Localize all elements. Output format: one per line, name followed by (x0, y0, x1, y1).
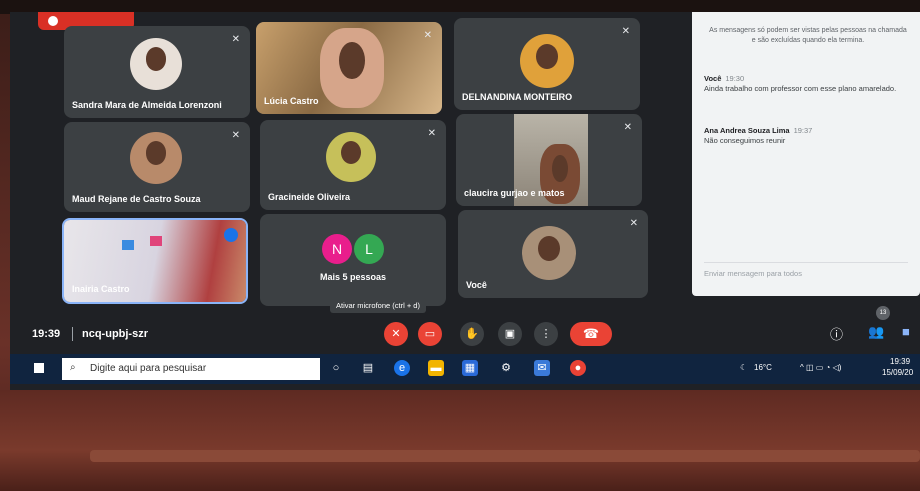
participant-name: claucira gurjao e matos (464, 188, 565, 198)
system-tray-icons[interactable]: ^ ◫ ▭ ◔ ◁) (800, 363, 841, 372)
participant-tile[interactable]: ✕ Sandra Mara de Almeida Lorenzoni (64, 26, 250, 118)
mic-toggle-button[interactable]: ✕ (384, 322, 408, 346)
monitor-stand (90, 450, 920, 462)
avatar-initial: L (354, 234, 384, 264)
participant-name: DELNANDINA MONTEIRO (462, 92, 573, 102)
settings-gear-icon[interactable]: ⚙ (498, 360, 514, 376)
participant-tile[interactable]: ✕ Gracineide Oliveira (260, 120, 446, 210)
taskbar-search[interactable]: ⌕ Digite aqui para pesquisar (62, 358, 320, 380)
tray-clock-time: 19:39 (890, 357, 911, 366)
meeting-code: ncq-upbj-szr (82, 328, 148, 340)
meeting-time: 19:39 (32, 328, 61, 340)
search-placeholder: Digite aqui para pesquisar (90, 363, 207, 374)
camera-toggle-button[interactable]: ▭ (418, 322, 442, 346)
mic-off-icon: ✕ (231, 34, 240, 45)
participant-tile-active[interactable]: Inairia Castro (62, 218, 248, 304)
mail-icon[interactable]: ✉ (534, 360, 550, 376)
task-view-icon[interactable]: ▤ (360, 360, 376, 376)
chat-time: 19:37 (793, 126, 813, 135)
speaking-indicator-icon (224, 228, 238, 242)
avatar (130, 132, 182, 184)
avatar (326, 132, 376, 182)
mic-off-icon: ✕ (629, 218, 638, 229)
hand-icon: ✋ (465, 328, 479, 340)
participant-tile[interactable]: ✕ Lúcia Castro (256, 22, 442, 114)
wall-paper-note (122, 240, 134, 250)
meeting-screen: ✕ Sandra Mara de Almeida Lorenzoni ✕ Lúc… (10, 12, 920, 390)
raise-hand-button[interactable]: ✋ (460, 322, 484, 346)
chat-icon[interactable]: ■ (902, 324, 910, 339)
more-options-button[interactable]: ⋮ (534, 322, 558, 346)
divider (72, 327, 73, 341)
more-vert-icon: ⋮ (540, 328, 552, 340)
mic-tooltip: Ativar microfone (ctrl + d) (330, 298, 426, 313)
phone-hangup-icon: ☎ (582, 326, 600, 341)
photo-background: ✕ Sandra Mara de Almeida Lorenzoni ✕ Lúc… (0, 0, 920, 491)
mic-off-icon: ✕ (427, 128, 436, 139)
avatar (522, 226, 576, 280)
tray-clock-date: 15/09/20 (882, 368, 914, 377)
people-count-badge: 13 (876, 306, 890, 320)
windows-start-icon[interactable] (34, 363, 44, 373)
mic-off-icon: ✕ (231, 130, 240, 141)
cortana-icon[interactable]: ○ (328, 360, 344, 376)
chrome-icon[interactable]: ● (570, 360, 586, 376)
mic-off-icon: ✕ (423, 30, 432, 41)
file-explorer-icon[interactable]: ▬ (428, 360, 444, 376)
avatar (520, 34, 574, 88)
participant-name: Lúcia Castro (264, 96, 319, 106)
chat-sender: Ana Andrea Souza Lima (704, 126, 790, 135)
chat-time: 19:30 (725, 74, 745, 83)
weather-icon[interactable]: ☾ (740, 363, 747, 372)
windows-taskbar: ⌕ Digite aqui para pesquisar ○ ▤ e ▬ ▦ ⚙… (10, 354, 920, 384)
chat-message: Ana Andrea Souza Lima 19:37 Não conseguim… (704, 126, 909, 146)
more-participants-tile[interactable]: N L Mais 5 pessoas (260, 214, 446, 306)
mic-off-icon: ✕ (623, 122, 632, 133)
leave-call-button[interactable]: ☎ (570, 322, 612, 346)
info-icon[interactable]: ⓘ (830, 324, 843, 343)
chat-text: Ainda trabalho com professor com esse pl… (704, 84, 897, 93)
camera-off-icon: ▭ (424, 328, 436, 340)
participant-tile-self[interactable]: ✕ Você (458, 210, 648, 298)
search-icon: ⌕ (70, 362, 76, 373)
participant-tile[interactable]: ✕ Maud Rejane de Castro Souza (64, 122, 250, 212)
store-icon[interactable]: ▦ (462, 360, 478, 376)
edge-browser-icon[interactable]: e (394, 360, 410, 376)
chat-sender: Você (704, 74, 722, 83)
temperature: 16°C (754, 363, 772, 372)
participant-name: Maud Rejane de Castro Souza (72, 194, 201, 204)
participant-tile[interactable]: ✕ claucira gurjao e matos (456, 114, 642, 206)
chat-panel: As mensagens só podem ser vistas pelas p… (692, 12, 920, 296)
participant-name: Gracineide Oliveira (268, 192, 351, 202)
participant-face (320, 28, 384, 108)
participant-name: Sandra Mara de Almeida Lorenzoni (72, 100, 222, 110)
wall-paper-note (150, 236, 162, 246)
mic-off-icon: ✕ (621, 26, 630, 37)
chat-input[interactable]: Enviar mensagem para todos (704, 262, 908, 278)
more-participants-label: Mais 5 pessoas (320, 272, 387, 282)
chat-privacy-note: As mensagens só podem ser vistas pelas p… (709, 27, 907, 44)
present-screen-icon: ▣ (504, 328, 516, 340)
participant-tile[interactable]: ✕ DELNANDINA MONTEIRO (454, 18, 640, 110)
avatar (130, 38, 182, 90)
chat-text: Não conseguimos reunir (704, 136, 786, 145)
record-dot-icon (48, 16, 58, 26)
people-icon[interactable]: 👥 (868, 324, 884, 340)
participant-name: Você (466, 280, 487, 290)
avatar-initial: N (322, 234, 352, 264)
present-button[interactable]: ▣ (498, 322, 522, 346)
meeting-controls-bar: 19:39 ncq-upbj-szr Ativar microfone (ctr… (10, 298, 920, 354)
mic-off-icon: ✕ (391, 328, 401, 340)
chat-message: Você 19:30 Ainda trabalho com professor c… (704, 74, 909, 94)
participant-name: Inairia Castro (72, 284, 130, 294)
desk-surface (0, 390, 920, 491)
